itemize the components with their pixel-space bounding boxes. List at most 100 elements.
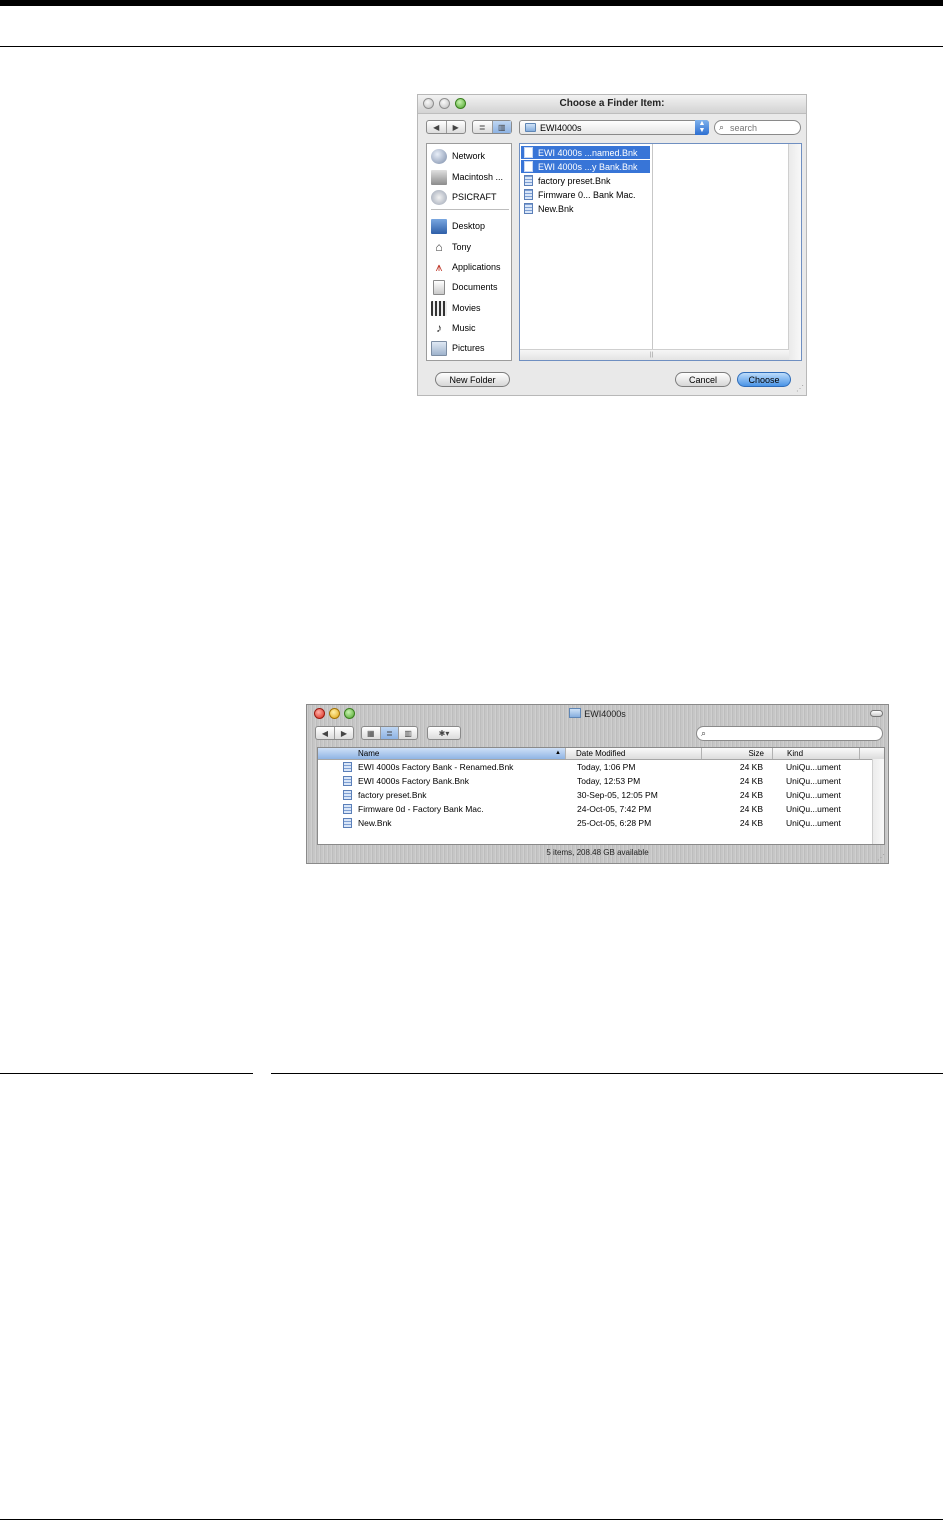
dialog-title-bar[interactable]: Choose a Finder Item: [418, 95, 806, 114]
new-folder-button[interactable]: New Folder [435, 372, 510, 387]
sidebar-item-documents[interactable]: Documents [431, 278, 511, 296]
column-view-button[interactable]: ▥ [399, 727, 417, 739]
sidebar-item-label: Applications [452, 262, 501, 272]
sidebar-item-psicraft[interactable]: PSICRAFT [431, 188, 511, 206]
sidebar-item-music[interactable]: ♪ Music [431, 319, 511, 337]
sidebar-item-network[interactable]: Network [431, 147, 511, 165]
size-cell: 24 KB [739, 818, 763, 828]
file-item[interactable]: New.Bnk [521, 202, 650, 215]
size-cell: 24 KB [739, 790, 763, 800]
date-cell: 25-Oct-05, 6:28 PM [577, 818, 652, 828]
file-list: Name ▲ Date Modified Size Kind EWI 4000s… [317, 747, 885, 845]
kind-cell: UniQu...ument [786, 776, 841, 786]
cancel-button[interactable]: Cancel [675, 372, 731, 387]
globe-icon [431, 148, 447, 164]
file-item[interactable]: factory preset.Bnk [521, 174, 650, 187]
document-icon [524, 161, 533, 172]
sidebar-item-pictures[interactable]: Pictures [431, 339, 511, 357]
file-label: EWI 4000s ...y Bank.Bnk [538, 161, 638, 172]
sidebar-item-applications[interactable]: ⩚ Applications [431, 258, 511, 276]
movies-icon [431, 300, 447, 316]
sidebar-item-tony[interactable]: ⌂ Tony [431, 238, 511, 256]
date-cell: 30-Sep-05, 12:05 PM [577, 790, 658, 800]
kind-cell: UniQu...ument [786, 790, 841, 800]
file-label: factory preset.Bnk [538, 175, 611, 186]
location-label: EWI4000s [540, 123, 582, 133]
desktop-icon [431, 218, 447, 234]
action-menu-button[interactable]: ✱▾ [427, 726, 461, 740]
table-row[interactable]: Firmware 0d - Factory Bank Mac. 24-Oct-0… [318, 802, 874, 816]
harddisk-icon [431, 169, 447, 185]
document-icon [343, 790, 352, 800]
name-cell: New.Bnk [358, 818, 392, 828]
choose-finder-item-dialog: Choose a Finder Item: ◀ ▶ ≣ ▥ EWI4000s ▲… [417, 94, 807, 396]
kind-cell: UniQu...ument [786, 804, 841, 814]
file-item[interactable]: EWI 4000s ...named.Bnk [521, 146, 650, 159]
location-popup[interactable]: EWI4000s ▲ ▼ [519, 120, 709, 135]
column-header-label: Date Modified [576, 749, 626, 758]
gear-icon: ✱▾ [438, 728, 450, 738]
vertical-scrollbar[interactable] [788, 144, 801, 360]
file-item[interactable]: Firmware 0... Bank Mac. [521, 188, 650, 201]
forward-button[interactable]: ▶ [447, 121, 466, 133]
page-bottom-rule [0, 1519, 943, 1520]
vertical-scrollbar[interactable] [872, 759, 884, 844]
view-mode-control: ▦ ≣ ▥ [361, 726, 418, 740]
name-cell: Firmware 0d - Factory Bank Mac. [358, 804, 484, 814]
column-header-name[interactable]: Name ▲ [318, 748, 566, 759]
column-header-label: Kind [787, 749, 804, 758]
sidebar: Network Macintosh ... PSICRAFT Desktop ⌂… [426, 143, 512, 361]
column-view-button[interactable]: ▥ [492, 121, 511, 133]
footer-rule-left [0, 1073, 253, 1074]
column-header-date[interactable]: Date Modified [566, 748, 702, 759]
name-cell: EWI 4000s Factory Bank.Bnk [358, 776, 470, 786]
column-header-kind[interactable]: Kind [773, 748, 860, 759]
file-label: New.Bnk [538, 203, 574, 214]
date-cell: 24-Oct-05, 7:42 PM [577, 804, 652, 814]
music-icon: ♪ [436, 321, 442, 335]
file-label: EWI 4000s ...named.Bnk [538, 147, 638, 158]
dialog-title: Choose a Finder Item: [559, 98, 665, 109]
folder-icon [569, 708, 582, 718]
back-button[interactable]: ◀ [427, 121, 447, 133]
date-cell: Today, 12:53 PM [577, 776, 641, 786]
resize-grip-icon[interactable]: ⋰ [796, 384, 804, 393]
forward-button[interactable]: ▶ [335, 727, 353, 739]
size-cell: 24 KB [739, 762, 763, 772]
table-row[interactable]: EWI 4000s Factory Bank.Bnk Today, 12:53 … [318, 774, 874, 788]
toolbar-toggle-button[interactable] [870, 710, 883, 717]
sidebar-item-label: Desktop [452, 221, 486, 231]
table-row[interactable]: EWI 4000s Factory Bank - Renamed.Bnk Tod… [318, 760, 874, 774]
sidebar-item-label: PSICRAFT [452, 192, 497, 202]
resize-grip-icon[interactable]: ⋰ [877, 853, 885, 862]
back-button[interactable]: ◀ [316, 727, 335, 739]
search-field[interactable]: ⌕ [696, 726, 883, 741]
sidebar-item-desktop[interactable]: Desktop [431, 217, 511, 235]
list-view-button[interactable]: ≣ [473, 121, 493, 133]
list-view-button[interactable]: ≣ [380, 727, 400, 739]
horizontal-scrollbar[interactable]: || [520, 349, 789, 360]
icon-view-button[interactable]: ▦ [362, 727, 381, 739]
file-item[interactable]: EWI 4000s ...y Bank.Bnk [521, 160, 650, 173]
column-header-label: Size [748, 749, 764, 758]
sidebar-item-macintosh[interactable]: Macintosh ... [431, 168, 511, 186]
sidebar-item-label: Movies [452, 303, 481, 313]
choose-button[interactable]: Choose [737, 372, 791, 387]
name-cell: EWI 4000s Factory Bank - Renamed.Bnk [358, 762, 514, 772]
table-row[interactable]: factory preset.Bnk 30-Sep-05, 12:05 PM 2… [318, 788, 874, 802]
popup-arrows-icon: ▲ ▼ [695, 120, 709, 135]
sidebar-item-label: Music [452, 323, 476, 333]
folder-icon [525, 123, 536, 132]
window-title-text: EWI4000s [584, 709, 626, 719]
table-row[interactable]: New.Bnk 25-Oct-05, 6:28 PM 24 KB UniQu..… [318, 816, 874, 830]
document-icon [343, 804, 352, 814]
column-resize-handle[interactable]: || [650, 352, 653, 358]
sidebar-item-movies[interactable]: Movies [431, 299, 511, 317]
sidebar-divider [431, 209, 509, 210]
search-field[interactable]: ⌕ search [714, 120, 801, 135]
column-header-size[interactable]: Size [702, 748, 773, 759]
home-icon: ⌂ [435, 240, 443, 254]
back-forward-control: ◀ ▶ [426, 120, 466, 134]
sidebar-item-label: Pictures [452, 343, 485, 353]
document-icon [524, 203, 533, 214]
